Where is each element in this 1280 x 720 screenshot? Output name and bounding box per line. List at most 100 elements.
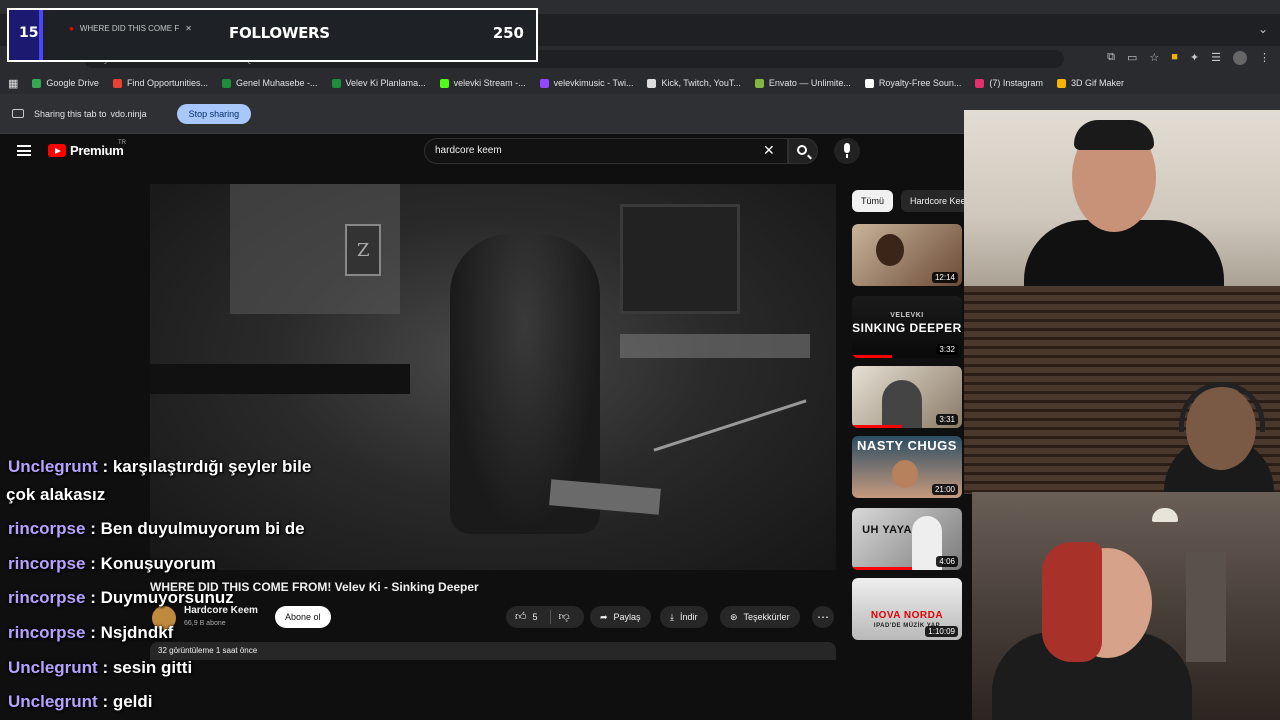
thumbnail-title: NOVA NORDA: [870, 610, 944, 621]
webcam-top: [964, 110, 1280, 292]
chat-username: Unclegrunt: [8, 658, 98, 677]
video-frame-rack: [653, 399, 807, 452]
youtube-logo-text: Premium: [70, 143, 124, 158]
bookmark-star-icon[interactable]: ☆: [1149, 51, 1159, 65]
thumbnail-person: [892, 460, 918, 488]
clear-search-icon[interactable]: ✕: [763, 142, 775, 158]
bookmark-label: 3D Gif Maker: [1070, 78, 1124, 88]
bookmark-item[interactable]: 3D Gif Maker: [1056, 78, 1124, 88]
bookmark-label: velevki Stream -...: [453, 78, 526, 88]
chat-username: rincorpse: [8, 554, 86, 573]
apps-grid-icon[interactable]: ▦: [8, 77, 18, 90]
webcam-bottom: [972, 492, 1280, 720]
chat-message: Unclegrunt : karşılaştırdığı şeyler bile: [8, 457, 312, 476]
chat-text: Konuşuyorum: [100, 554, 216, 573]
chat-text: Nsjdndkf: [100, 623, 174, 642]
followers-label: FOLLOWERS: [229, 24, 330, 42]
recommended-video[interactable]: 3:31: [852, 366, 962, 428]
download-button[interactable]: ⤓ İndir: [660, 606, 708, 628]
sidepanel-icon[interactable]: ☰: [1211, 51, 1221, 65]
webcam-lamp: [1152, 508, 1178, 522]
webcam-window: [1186, 552, 1226, 662]
voice-search-button[interactable]: [834, 138, 860, 164]
recommended-video[interactable]: UH YAYA 4:06: [852, 508, 962, 570]
menu-kebab-icon[interactable]: ⋮: [1259, 51, 1270, 65]
video-player[interactable]: [150, 184, 836, 570]
recommended-video[interactable]: NASTY CHUGS 21:00: [852, 436, 962, 498]
thumbs-down-icon[interactable]: 👎︎: [559, 606, 570, 628]
channel-subscriber-count: 66,9 B abone: [184, 620, 226, 627]
recommended-video[interactable]: 12:14: [852, 224, 962, 286]
tab-close-icon[interactable]: ✕: [185, 24, 192, 33]
search-icon: [797, 145, 807, 155]
youtube-header: Premium TR hardcore keem ✕: [0, 134, 964, 168]
bookmark-item[interactable]: Kick, Twitch, YouT...: [647, 78, 741, 88]
profile-avatar[interactable]: [1233, 51, 1247, 65]
hamburger-menu-icon[interactable]: [17, 145, 31, 156]
bookmark-item[interactable]: Google Drive: [32, 78, 99, 88]
more-horizontal-icon: ⋯: [817, 610, 829, 624]
search-button[interactable]: [788, 138, 818, 164]
share-arrow-icon: ➦: [600, 612, 608, 622]
bookmark-item[interactable]: velevkimusic - Twi...: [539, 78, 634, 88]
bookmark-favicon-icon: [754, 78, 764, 88]
download-icon: ⤓: [670, 612, 674, 622]
download-label: İndir: [679, 612, 698, 622]
bookmark-favicon-icon: [221, 78, 231, 88]
chat-username: rincorpse: [8, 588, 86, 607]
watch-progress-bar: [852, 355, 892, 358]
view-count-date[interactable]: 32 görüntüleme 1 saat önce: [150, 642, 836, 660]
share-button[interactable]: ➦ Paylaş: [590, 606, 651, 628]
chat-text: Ben duyulmuyorum bi de: [100, 519, 305, 538]
bookmark-item[interactable]: Find Opportunities...: [112, 78, 208, 88]
extensions-puzzle-icon[interactable]: ✦: [1190, 51, 1199, 65]
bookmark-favicon-icon: [864, 78, 874, 88]
bookmark-item[interactable]: Genel Muhasebe -...: [221, 78, 318, 88]
video-frame-window: [620, 204, 740, 314]
youtube-logo[interactable]: Premium: [48, 143, 124, 158]
search-input[interactable]: hardcore keem: [424, 138, 788, 164]
tab-search-icon[interactable]: ⌄: [1258, 22, 1268, 36]
video-duration: 12:14: [931, 272, 958, 283]
overlay-left-block: 15: [9, 10, 39, 60]
bookmark-label: Google Drive: [46, 78, 99, 88]
bookmark-favicon-icon: [439, 78, 449, 88]
chat-message: rincorpse : Nsjdndkf: [8, 623, 174, 642]
overlay-accent: [39, 10, 43, 60]
video-frame-poster: [345, 224, 381, 276]
youtube-favicon-icon: ●: [69, 24, 74, 33]
chat-text: sesin gitti: [112, 658, 193, 677]
stop-sharing-button[interactable]: Stop sharing: [176, 103, 252, 124]
browser-tab[interactable]: ● WHERE DID THIS COME F ✕: [69, 24, 192, 33]
chat-username: rincorpse: [8, 519, 86, 538]
bookmark-label: velevkimusic - Twi...: [553, 78, 634, 88]
bookmark-label: Kick, Twitch, YouT...: [661, 78, 741, 88]
translate-icon[interactable]: ⧉: [1107, 51, 1115, 65]
bookmark-item[interactable]: velevki Stream -...: [439, 78, 526, 88]
bookmark-label: Envato — Unlimite...: [768, 78, 851, 88]
chat-message: Unclegrunt : sesin gitti: [8, 658, 193, 677]
cast-icon[interactable]: ▭: [1127, 51, 1137, 65]
like-count: 5: [532, 612, 538, 622]
thumbnail-title: SINKING DEEPER: [852, 321, 962, 335]
bookmark-item[interactable]: Velev Ki Planlama...: [331, 78, 426, 88]
bookmark-favicon-icon: [1056, 78, 1066, 88]
subscribe-button[interactable]: Abone ol: [275, 606, 331, 628]
webcam-person-hair: [1074, 120, 1154, 150]
thanks-button[interactable]: ⊛ Teşekkürler: [720, 606, 800, 628]
bookmark-item[interactable]: (7) Instagram: [975, 78, 1043, 88]
share-label: Paylaş: [613, 612, 641, 622]
bookmark-item[interactable]: Royalty-Free Soun...: [864, 78, 961, 88]
bookmark-label: Genel Muhasebe -...: [235, 78, 318, 88]
thumbs-up-icon[interactable]: 👍︎: [515, 606, 527, 628]
recommended-video[interactable]: VELEVKI SINKING DEEPER 3:32: [852, 296, 962, 358]
more-actions-button[interactable]: ⋯: [812, 606, 834, 628]
youtube-play-icon: [48, 144, 66, 157]
chat-text: geldi: [112, 692, 153, 711]
bookmark-item[interactable]: Envato — Unlimite...: [754, 78, 851, 88]
tab-title: WHERE DID THIS COME F: [79, 24, 180, 33]
chip-all[interactable]: Tümü: [852, 190, 894, 212]
thanks-label: Teşekkürler: [743, 612, 790, 622]
extension-icon[interactable]: ■: [1171, 51, 1178, 65]
recommended-video[interactable]: NOVA NORDA IPAD'DE MÜZİK YAP 1:10:09: [852, 578, 962, 640]
